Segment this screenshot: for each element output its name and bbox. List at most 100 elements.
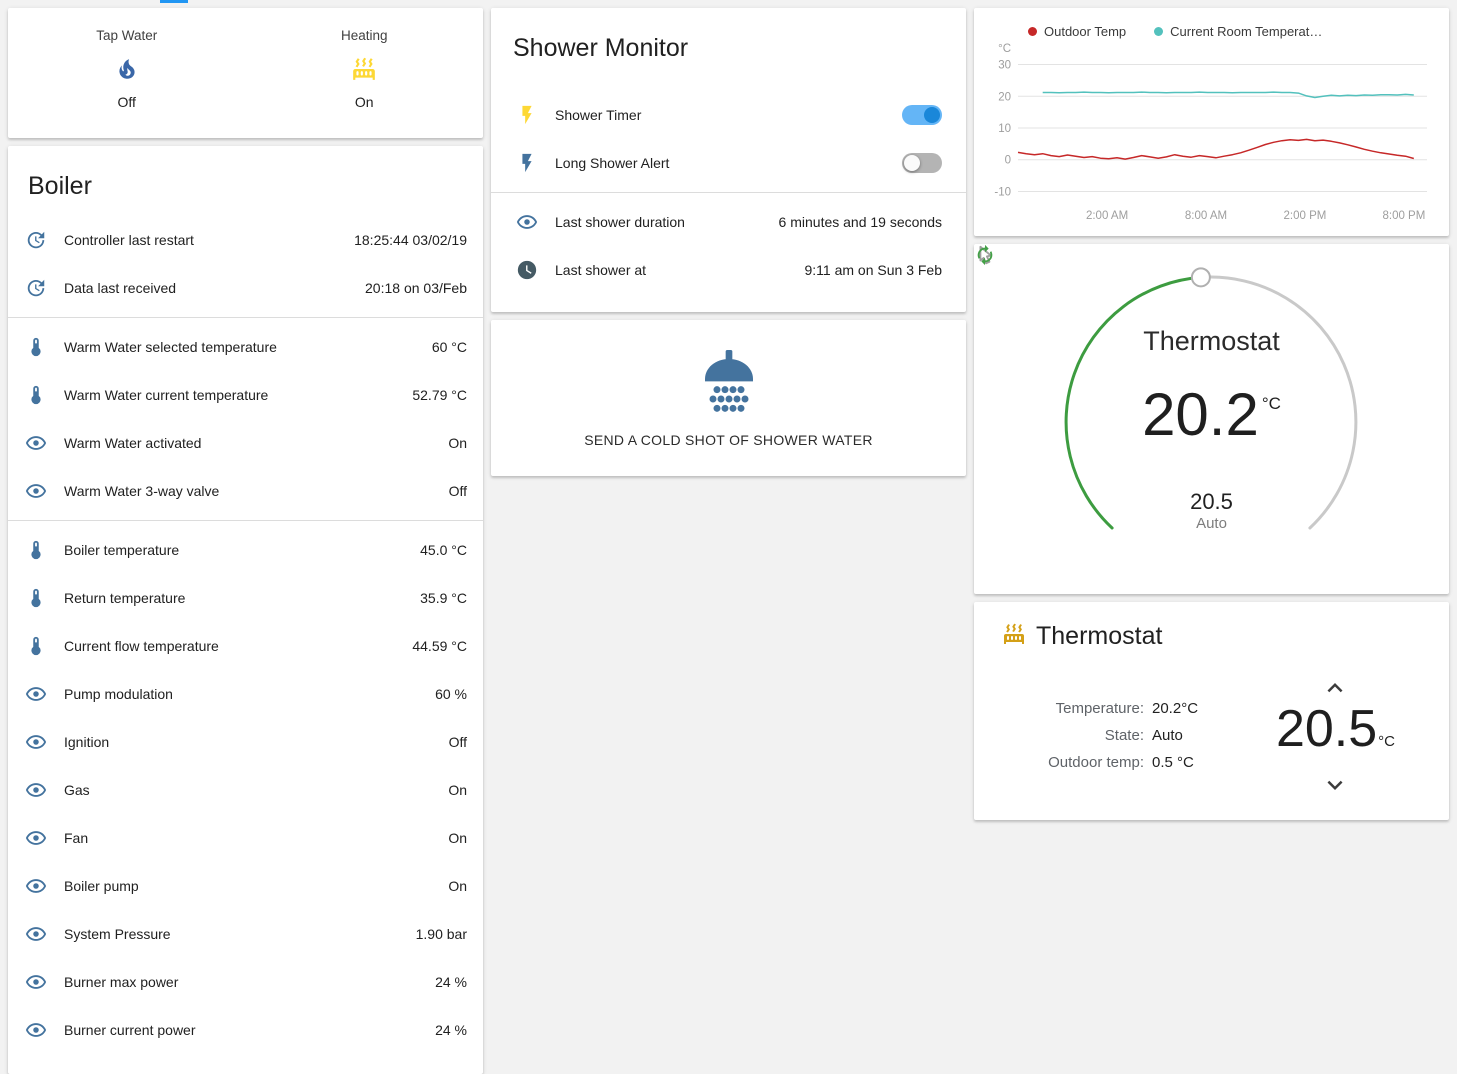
- entity-value: 24 %: [435, 974, 467, 990]
- thermostat-info-row-state: State:Auto: [1032, 722, 1198, 749]
- entity-label: System Pressure: [64, 926, 404, 942]
- thermometer-icon-wrap: [24, 587, 48, 609]
- boiler-entity-list: Controller last restart18:25:44 03/02/19…: [8, 216, 483, 1054]
- boiler-row-warm-water-current-temperature[interactable]: Warm Water current temperature 52.79 °C: [8, 371, 483, 419]
- entity-value: On: [448, 782, 467, 798]
- eye-icon: [25, 971, 47, 993]
- legend-label: Current Room Temperat…: [1170, 24, 1322, 39]
- shower-timer-toggle[interactable]: [902, 105, 942, 125]
- thermometer-icon: [25, 635, 47, 657]
- boiler-row-pump-modulation[interactable]: Pump modulation 60 %: [8, 670, 483, 718]
- column-left: Tap WaterOffHeatingOn Boiler Controller …: [8, 8, 483, 1074]
- radiator-icon: [1002, 622, 1026, 646]
- entity-label: Fan: [64, 830, 436, 846]
- shower-toggle-list: Shower TimerLong Shower Alert: [491, 91, 966, 187]
- temp-increase-button[interactable]: [1320, 673, 1350, 701]
- eye-icon-wrap: [24, 779, 48, 801]
- info-key: Temperature:: [1032, 695, 1144, 722]
- entity-label: Shower Timer: [555, 107, 902, 123]
- eye-icon-wrap: [515, 211, 539, 233]
- entity-value: 60 %: [435, 686, 467, 702]
- eye-icon: [25, 683, 47, 705]
- flash-icon-wrap: [515, 152, 539, 174]
- shower-row-last-shower-at[interactable]: Last shower at9:11 am on Sun 3 Feb: [491, 246, 966, 294]
- axis-tick-label: 30: [998, 60, 1011, 72]
- thermostat-gauge-card: Thermostat 20.2°C 20.5 Auto: [974, 244, 1449, 594]
- entity-label: Pump modulation: [64, 686, 423, 702]
- boiler-row-warm-water-selected-temperature[interactable]: Warm Water selected temperature60 °C: [8, 323, 483, 371]
- boiler-row-return-temperature[interactable]: Return temperature35.9 °C: [8, 574, 483, 622]
- entity-label: Warm Water activated: [64, 435, 436, 451]
- axis-tick-label: -10: [994, 186, 1011, 198]
- series-outdoor-temp: [1018, 139, 1414, 159]
- shower-row-shower-timer: Shower Timer: [491, 91, 966, 139]
- eye-icon-wrap: [24, 480, 48, 502]
- glance-item-tap-water[interactable]: Tap WaterOff: [8, 28, 246, 110]
- axis-tick-label: 10: [998, 123, 1011, 135]
- gauge-mode-buttons: [1198, 548, 1226, 572]
- glance-label: Tap Water: [96, 28, 157, 43]
- boiler-row-burner-max-power[interactable]: Burner max power24 %: [8, 958, 483, 1006]
- clock-update-icon-wrap: [24, 229, 48, 251]
- boiler-row-warm-water-activated[interactable]: Warm Water activatedOn: [8, 419, 483, 467]
- entity-label: Burner current power: [64, 1022, 423, 1038]
- boiler-row-data-last-received[interactable]: Data last received20:18 on 03/Feb: [8, 264, 483, 312]
- eye-icon-wrap: [24, 923, 48, 945]
- entity-value: 20:18 on 03/Feb: [365, 280, 467, 296]
- shower-row-last-shower-duration[interactable]: Last shower duration6 minutes and 19 sec…: [491, 198, 966, 246]
- entity-value: On: [448, 878, 467, 894]
- cold-shot-button[interactable]: SEND A COLD SHOT OF SHOWER WATER: [491, 320, 966, 476]
- info-key: State:: [1032, 722, 1144, 749]
- shower-monitor-card: Shower Monitor Shower TimerLong Shower A…: [491, 8, 966, 312]
- legend-item-outdoor-temp: Outdoor Temp: [1028, 24, 1126, 39]
- boiler-row-gas[interactable]: GasOn: [8, 766, 483, 814]
- thermostat-card-body: Temperature:20.2°CState:AutoOutdoor temp…: [1002, 673, 1421, 798]
- thermometer-icon-wrap: [24, 635, 48, 657]
- temp-decrease-button[interactable]: [1320, 770, 1350, 798]
- boiler-row-ignition[interactable]: Ignition Off: [8, 718, 483, 766]
- boiler-row-boiler-pump[interactable]: Boiler pump On: [8, 862, 483, 910]
- chart-legend: Outdoor Temp Current Room Temperat…: [1028, 24, 1441, 39]
- eye-icon: [25, 480, 47, 502]
- gauge-current-temperature: 20.2°C: [1142, 383, 1281, 462]
- column-right: Outdoor TempCurrent Room Temperat… 30201…: [974, 8, 1449, 820]
- entity-label: Ignition: [64, 734, 437, 750]
- autorenew-icon: [974, 244, 996, 266]
- info-value: 0.5 °C: [1152, 749, 1194, 776]
- legend-item-current-room-temperat: Current Room Temperat…: [1154, 24, 1322, 39]
- thermostat-card-header: Thermostat: [1002, 622, 1421, 651]
- boiler-row-warm-water-3-way-valve[interactable]: Warm Water 3-way valveOff: [8, 467, 483, 515]
- boiler-row-system-pressure[interactable]: System Pressure1.90 bar: [8, 910, 483, 958]
- entity-label: Controller last restart: [64, 232, 342, 248]
- shower-head-icon: [689, 348, 769, 422]
- boiler-row-controller-last-restart[interactable]: Controller last restart18:25:44 03/02/19: [8, 216, 483, 264]
- glance-item-heating[interactable]: HeatingOn: [246, 28, 484, 110]
- boiler-row-burner-current-power[interactable]: Burner current power 24 %: [8, 1006, 483, 1054]
- boiler-row-boiler-temperature[interactable]: Boiler temperature45.0 °C: [8, 526, 483, 574]
- entity-label: Boiler pump: [64, 878, 436, 894]
- entity-label: Warm Water current temperature: [64, 387, 400, 403]
- clock-icon-wrap: [515, 259, 539, 281]
- long-shower-alert-toggle[interactable]: [902, 153, 942, 173]
- flash-icon: [516, 152, 538, 174]
- toggle-thumb: [924, 107, 940, 123]
- gauge-content: Thermostat 20.2°C 20.5 Auto: [974, 244, 1449, 594]
- cold-shot-label: SEND A COLD SHOT OF SHOWER WATER: [584, 432, 873, 448]
- entity-value: 52.79 °C: [412, 387, 467, 403]
- boiler-row-current-flow-temperature[interactable]: Current flow temperature44.59 °C: [8, 622, 483, 670]
- axis-tick-label: 8:00 AM: [1185, 210, 1227, 222]
- thermometer-icon: [25, 587, 47, 609]
- gauge-mode: Auto: [1196, 514, 1227, 534]
- entity-value: 24 %: [435, 1022, 467, 1038]
- eye-icon-wrap: [24, 971, 48, 993]
- boiler-row-fan[interactable]: FanOn: [8, 814, 483, 862]
- eye-icon-wrap: [24, 875, 48, 897]
- eye-icon-wrap: [24, 683, 48, 705]
- axis-tick-label: 8:00 PM: [1382, 210, 1425, 222]
- entity-label: Last shower at: [555, 262, 793, 278]
- gauge-title: Thermostat: [1143, 326, 1280, 357]
- entity-value: Off: [449, 734, 467, 750]
- axis-tick-label: 2:00 AM: [1086, 210, 1128, 222]
- eye-icon: [25, 779, 47, 801]
- dashboard: Tap WaterOffHeatingOn Boiler Controller …: [0, 4, 1457, 1074]
